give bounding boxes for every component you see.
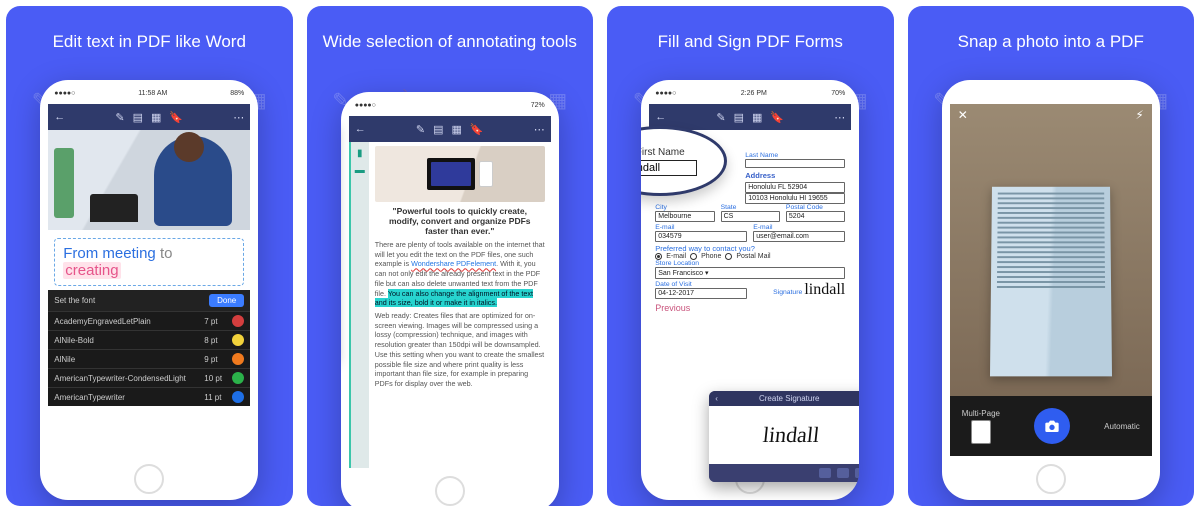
pdf-toolbar: ← ✎ ▤ ▦ 🔖 ⋯	[649, 104, 851, 130]
phone-frame: ◉ T ▭ ▤ ▮ U S ✎ ◌ 🖌 ／ ↗ ◇ ●●●●○72% ←	[341, 92, 559, 506]
edit-icon[interactable]: ✎	[416, 123, 425, 136]
signature-popup-title: Create Signature	[759, 394, 819, 403]
document-image	[375, 146, 545, 202]
section-label: Address	[745, 171, 845, 180]
clock: 11:58 AM	[138, 90, 167, 97]
popup-back-icon[interactable]: ‹	[715, 394, 718, 403]
bookmark-icon[interactable]: 🔖	[169, 111, 183, 124]
phone-frame: ✕ ⚡︎ Multi-Page	[942, 80, 1160, 500]
bookmark-icon[interactable]: 🔖	[470, 123, 484, 136]
last-name-input[interactable]	[745, 159, 845, 168]
promo-card-annotate: Wide selection of annotating tools ✎🔖⬚▦ …	[307, 6, 594, 506]
radio-postal[interactable]	[725, 253, 732, 260]
status-bar: ●●●●○ 11:58 AM 88%	[40, 86, 258, 100]
sig-keyboard-icon[interactable]	[819, 468, 831, 478]
back-button[interactable]: ←	[655, 111, 666, 123]
document-photo	[48, 130, 250, 230]
battery-indicator: 88%	[230, 90, 244, 97]
back-button[interactable]: ←	[355, 123, 366, 135]
promo-card-snap-photo: Snap a photo into a PDF ✎🔖⬚▦ ✕ ⚡︎	[908, 6, 1195, 506]
shutter-button[interactable]	[1034, 408, 1070, 444]
more-icon[interactable]: ⋯	[233, 111, 244, 124]
zoom-field-label: First Name	[641, 147, 684, 158]
page-thumbnail[interactable]	[971, 420, 991, 444]
status-bar	[942, 86, 1160, 100]
signature-popup: ‹ Create Signature ✓ lindall	[709, 391, 859, 482]
highlighter-weight[interactable]: ▬	[355, 165, 365, 176]
camera-close-icon[interactable]: ✕	[958, 108, 968, 122]
state-input[interactable]: CS	[721, 211, 780, 222]
pdf-toolbar: ← ✎ ▤ ▦ 🔖 ⋯	[48, 104, 250, 130]
sig-camera-icon[interactable]	[855, 468, 859, 478]
grid-icon[interactable]: ▦	[151, 111, 161, 124]
camera-bottom-bar: Multi-Page Automatic	[950, 396, 1152, 456]
more-icon[interactable]: ⋯	[534, 123, 545, 136]
email-input[interactable]: 034579	[655, 231, 747, 242]
zoom-field-input[interactable]: dindall	[641, 160, 697, 176]
doc-paragraph: There are plenty of tools available on t…	[375, 240, 545, 308]
font-panel-title: Set the font	[54, 296, 95, 305]
home-button[interactable]	[134, 464, 164, 494]
camera-viewfinder: ✕ ⚡︎ Multi-Page	[950, 104, 1152, 456]
date-input[interactable]: 04-12-2017	[655, 288, 747, 299]
phone-frame: First Name dindall ●●●●○2:26 PM70% ← ✎ ▤…	[641, 80, 859, 500]
font-option[interactable]: AmericanTypewriter11 pt	[48, 387, 250, 406]
card-title: Fill and Sign PDF Forms	[648, 32, 853, 52]
contact-radio-group: E-mail Phone Postal Mail	[655, 253, 845, 260]
home-button[interactable]	[435, 476, 465, 506]
card-title: Wide selection of annotating tools	[313, 32, 587, 52]
city-input[interactable]: Melbourne	[655, 211, 714, 222]
back-button[interactable]: ←	[54, 111, 65, 123]
home-button[interactable]	[1036, 464, 1066, 494]
edit-icon[interactable]: ✎	[115, 111, 124, 124]
address2-input[interactable]: 10103 Honolulu HI 19655	[745, 193, 845, 204]
font-panel: Set the font Done AcademyEngravedLetPlai…	[48, 290, 250, 406]
card-title: Snap a photo into a PDF	[948, 32, 1154, 52]
email2-input[interactable]: user@email.com	[753, 231, 845, 242]
signature-pad[interactable]: lindall	[709, 406, 859, 464]
fields-icon[interactable]: ▤	[133, 111, 143, 124]
phone-frame: ●●●●○ 11:58 AM 88% ← ✎ ▤ ▦ 🔖 ⋯	[40, 80, 258, 500]
done-button[interactable]: Done	[209, 294, 244, 307]
grid-icon[interactable]: ▦	[752, 111, 762, 124]
font-option[interactable]: AmericanTypewriter-CondensedLight10 pt	[48, 368, 250, 387]
mode-multipage[interactable]: Multi-Page	[962, 409, 1000, 418]
doc-paragraph: Web ready: Creates files that are optimi…	[375, 311, 545, 389]
doc-headline: "Powerful tools to quickly create, modif…	[377, 206, 543, 236]
fields-icon[interactable]: ▤	[734, 111, 744, 124]
bookmark-icon[interactable]: 🔖	[770, 111, 784, 124]
status-bar: ●●●●○72%	[341, 98, 559, 112]
radio-phone[interactable]	[690, 253, 697, 260]
annotation-style-strip: ▮ ▬	[349, 142, 369, 468]
edit-icon[interactable]: ✎	[716, 111, 725, 124]
font-option[interactable]: AlNile-Bold8 pt	[48, 330, 250, 349]
address-input[interactable]: Honolulu FL 52904	[745, 182, 845, 193]
editable-text-box[interactable]: From meeting to creating	[54, 238, 244, 286]
grid-icon[interactable]: ▦	[452, 123, 462, 136]
signature-value[interactable]: lindall	[804, 281, 845, 298]
camera-flash-icon[interactable]: ⚡︎	[1135, 108, 1143, 122]
document-in-view	[990, 187, 1112, 377]
highlighted-text[interactable]: You can also change the alignment of the…	[375, 289, 533, 308]
pdf-toolbar: ← ✎ ▤ ▦ 🔖 ⋯	[349, 116, 551, 142]
font-option[interactable]: AlNile9 pt	[48, 349, 250, 368]
highlighter-color[interactable]: ▮	[357, 148, 363, 159]
promo-card-fill-sign: Fill and Sign PDF Forms ✎🔖⬚▦ First Name …	[607, 6, 894, 506]
store-select[interactable]: San Francisco ▾	[655, 267, 845, 279]
signature-tool-row	[709, 464, 859, 482]
promo-card-edit-text: Edit text in PDF like Word ✎🔖⬚▦ ●●●●○ 11…	[6, 6, 293, 506]
mode-automatic[interactable]: Automatic	[1104, 422, 1140, 431]
radio-email[interactable]	[655, 253, 662, 260]
card-title: Edit text in PDF like Word	[43, 32, 256, 52]
font-option[interactable]: AcademyEngravedLetPlain7 pt	[48, 311, 250, 330]
sig-image-icon[interactable]	[837, 468, 849, 478]
previous-label: Previous	[655, 303, 845, 313]
document-body: "Powerful tools to quickly create, modif…	[369, 142, 551, 468]
status-bar: ●●●●○2:26 PM70%	[641, 86, 859, 100]
more-icon[interactable]: ⋯	[834, 111, 845, 124]
postal-input[interactable]: 5204	[786, 211, 845, 222]
fields-icon[interactable]: ▤	[433, 123, 443, 136]
signal-indicator: ●●●●○	[54, 90, 75, 97]
